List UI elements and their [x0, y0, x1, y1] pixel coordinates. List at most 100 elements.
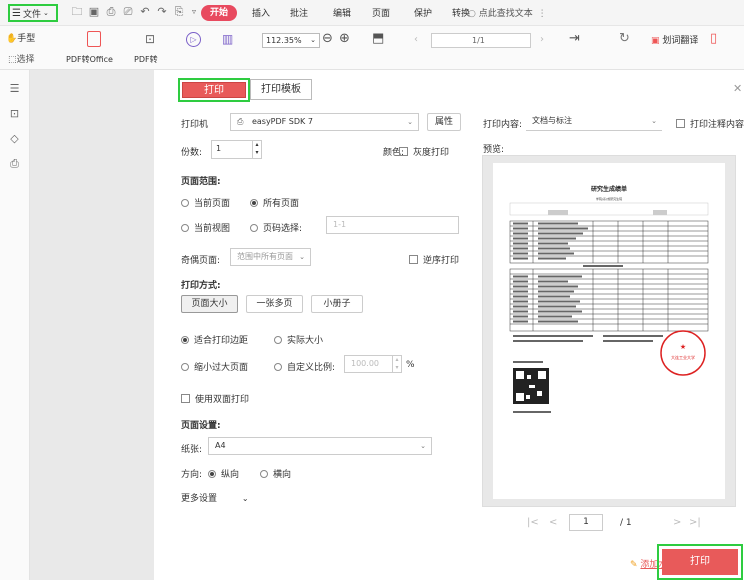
- pdf-convert-label[interactable]: PDF转: [134, 54, 158, 65]
- page-select-input[interactable]: 1-1: [326, 216, 459, 234]
- tab-edit[interactable]: 编辑: [333, 6, 351, 19]
- grayscale-label: 灰度打印: [413, 148, 450, 158]
- page-input[interactable]: 1/1: [431, 33, 531, 48]
- copies-input[interactable]: 1 ▴ ▾: [211, 140, 262, 159]
- radio-all-pages[interactable]: 所有页面: [250, 196, 299, 209]
- print-icon[interactable]: ⎙: [104, 5, 118, 19]
- redacted-field: [548, 210, 568, 215]
- image-icon[interactable]: ⊡: [145, 32, 155, 46]
- custom-scale-label: 自定义比例:: [287, 363, 336, 373]
- radio-actual-size[interactable]: 实际大小: [274, 333, 323, 346]
- tab-insert[interactable]: 插入: [252, 6, 270, 19]
- mode-page-size-button[interactable]: 页面大小: [181, 295, 238, 313]
- document-icon[interactable]: ▯: [710, 31, 717, 46]
- prev-page-icon[interactable]: <: [549, 517, 557, 528]
- redo-icon[interactable]: ↷: [155, 5, 169, 19]
- tab-print[interactable]: 打印: [178, 78, 250, 102]
- zoom-in-icon[interactable]: ⊕: [339, 31, 350, 46]
- print-comments-checkbox[interactable]: 打印注释内容: [676, 117, 744, 130]
- save-icon[interactable]: ▣: [87, 5, 101, 19]
- radio: [181, 335, 189, 344]
- file-menu[interactable]: ☰ 文件 ⌄: [8, 4, 58, 22]
- mode-booklet-button[interactable]: 小册子: [311, 295, 363, 313]
- radio-portrait[interactable]: 纵向: [208, 467, 239, 480]
- stepper-icon[interactable]: ▴ ▾: [392, 356, 401, 372]
- chevron-down-icon: ⌄: [299, 253, 305, 261]
- rotate-icon[interactable]: ↻: [619, 31, 630, 46]
- first-page-icon[interactable]: |<: [527, 517, 539, 528]
- current-view-label: 当前视图: [194, 224, 231, 234]
- stepper-icon[interactable]: ▴ ▾: [252, 141, 261, 158]
- search-box[interactable]: ○ 点此查找文本 ⋮: [468, 6, 547, 19]
- duplex-checkbox[interactable]: 使用双面打印: [181, 392, 249, 405]
- next-page-icon[interactable]: >: [673, 517, 681, 528]
- page-indicator: 1/1: [472, 36, 485, 45]
- more-settings[interactable]: 更多设置 ⌄: [181, 491, 249, 504]
- tab-page[interactable]: 页面: [372, 6, 390, 19]
- open-folder-icon[interactable]: 🗀: [70, 5, 84, 19]
- export-icon[interactable]: ⎘: [172, 5, 186, 19]
- print-button[interactable]: 打印: [662, 549, 738, 575]
- thumbnail-icon[interactable]: ⊡: [8, 107, 21, 120]
- seal-text: 大连工业大学: [671, 354, 695, 360]
- grade-table-1: [509, 220, 709, 264]
- official-seal: 大连工业大学 ★: [660, 330, 706, 376]
- radio-shrink[interactable]: 缩小过大页面: [181, 360, 248, 373]
- menu-bar: ☰ 文件 ⌄ 🗀 ▣ ⎙ ⎚ ↶ ↷ ⎘ ▿ 开始 插入 批注 编辑 页面 保护…: [0, 0, 744, 26]
- print-content-select[interactable]: 文档与标注 ⌄: [526, 113, 662, 131]
- play-icon[interactable]: ▷: [186, 32, 201, 47]
- qr-code: [513, 368, 549, 404]
- custom-scale-input[interactable]: 100.00 ▴ ▾: [344, 355, 402, 373]
- properties-button[interactable]: 属性: [427, 113, 461, 131]
- zoom-select[interactable]: 112.35% ⌄: [262, 33, 320, 48]
- paper-label: 纸张:: [181, 445, 203, 455]
- paper-select[interactable]: A4 ⌄: [208, 437, 432, 455]
- last-page-icon[interactable]: ⇥: [569, 31, 580, 46]
- mode-multi-button[interactable]: 一张多页: [246, 295, 303, 313]
- radio-custom-scale[interactable]: 自定义比例:: [274, 360, 335, 373]
- attachment-icon[interactable]: ⎙: [8, 157, 21, 170]
- radio-page-select[interactable]: 页码选择:: [250, 221, 302, 234]
- printer-select[interactable]: ⎙ easyPDF SDK 7 ⌄: [230, 113, 419, 131]
- odd-even-label: 奇偶页面:: [181, 256, 221, 266]
- last-page-icon[interactable]: >|: [689, 517, 701, 528]
- zoom-out-icon[interactable]: ⊖: [322, 31, 333, 46]
- tab-print-template[interactable]: 打印模板: [250, 79, 312, 100]
- select-tool[interactable]: ⬚选择: [8, 52, 35, 65]
- fit-page-icon[interactable]: ⬒: [372, 31, 384, 46]
- close-icon[interactable]: ✕: [733, 82, 742, 95]
- preview-page-input[interactable]: 1: [569, 514, 603, 531]
- redacted-field: [653, 210, 667, 215]
- pdf-to-office-icon[interactable]: [87, 31, 101, 47]
- next-page-icon[interactable]: ›: [540, 34, 544, 45]
- outline-icon[interactable]: ☰: [8, 82, 21, 95]
- radio: [181, 223, 189, 232]
- pdf-to-office-label[interactable]: PDF转Office: [66, 54, 113, 65]
- radio-current-view[interactable]: 当前视图: [181, 221, 230, 234]
- radio-current-page[interactable]: 当前页面: [181, 196, 230, 209]
- grayscale-checkbox[interactable]: 灰度打印: [399, 145, 449, 158]
- annotation-icon[interactable]: ◇: [8, 132, 21, 145]
- zoom-value: 112.35%: [266, 36, 302, 45]
- tab-start[interactable]: 开始: [201, 5, 237, 21]
- print-preview-icon[interactable]: ⎚: [121, 5, 135, 19]
- more-dropdown-icon[interactable]: ▿: [187, 5, 201, 19]
- prev-page-icon[interactable]: ‹: [414, 34, 418, 45]
- more-icon: ⋮: [537, 9, 547, 19]
- cursor-icon: ⬚: [8, 55, 17, 65]
- print-content-label: 打印内容:: [483, 120, 523, 130]
- radio-landscape[interactable]: 横向: [260, 467, 291, 480]
- print-comments-label: 打印注释内容: [690, 120, 744, 130]
- chevron-down-icon: ⌄: [42, 9, 49, 17]
- radio-fit-margin[interactable]: 适合打印边距: [181, 333, 248, 346]
- undo-icon[interactable]: ↶: [138, 5, 152, 19]
- odd-even-select[interactable]: 范围中所有页面 ⌄: [230, 248, 311, 266]
- copies-label: 份数:: [181, 148, 203, 158]
- hand-tool[interactable]: ✋手型: [6, 31, 35, 44]
- translate-button[interactable]: ▣ 划词翻译: [651, 33, 698, 46]
- reverse-checkbox[interactable]: 逆序打印: [409, 253, 459, 266]
- tab-print-label: 打印: [182, 82, 246, 98]
- tab-protect[interactable]: 保护: [414, 6, 432, 19]
- tab-annotate[interactable]: 批注: [290, 6, 308, 19]
- two-page-icon[interactable]: ▥: [222, 32, 233, 46]
